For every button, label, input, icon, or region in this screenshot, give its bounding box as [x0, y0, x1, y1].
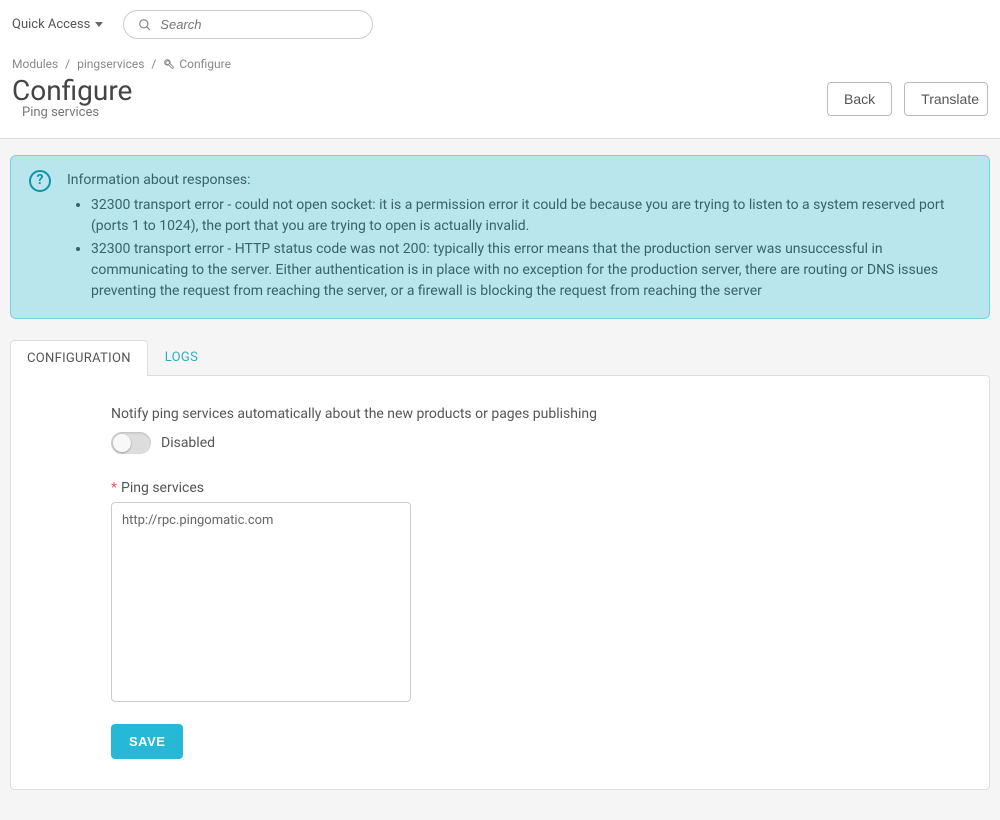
breadcrumb-separator: /	[151, 57, 156, 71]
ping-services-textarea[interactable]: http://rpc.pingomatic.com	[111, 502, 411, 702]
info-alert: ? Information about responses: 32300 tra…	[10, 155, 990, 319]
breadcrumb: Modules / pingservices / Configure	[0, 49, 1000, 76]
ping-services-label: *Ping services	[111, 480, 899, 496]
config-panel: Notify ping services automatically about…	[10, 375, 990, 790]
wrench-icon	[163, 58, 174, 72]
breadcrumb-item[interactable]: pingservices	[77, 57, 144, 71]
help-icon: ?	[29, 170, 51, 192]
quick-access-dropdown[interactable]: Quick Access	[12, 17, 103, 32]
quick-access-label: Quick Access	[12, 17, 90, 32]
tabs: CONFIGURATION LOGS	[10, 339, 990, 375]
page-title: Configure	[12, 76, 132, 107]
breadcrumb-item[interactable]: Modules	[12, 57, 58, 71]
notify-toggle[interactable]	[111, 432, 151, 454]
notify-description: Notify ping services automatically about…	[111, 406, 899, 422]
search-icon	[138, 18, 152, 32]
caret-down-icon	[95, 22, 103, 27]
back-button[interactable]: Back	[827, 82, 892, 116]
toggle-knob	[113, 434, 131, 452]
info-title: Information about responses:	[67, 170, 973, 191]
info-item: 32300 transport error - could not open s…	[91, 195, 973, 237]
ping-services-label-text: Ping services	[121, 480, 204, 496]
tab-configuration[interactable]: CONFIGURATION	[10, 340, 148, 376]
tab-logs[interactable]: LOGS	[148, 339, 215, 375]
info-item: 32300 transport error - HTTP status code…	[91, 239, 973, 302]
content-area: ? Information about responses: 32300 tra…	[0, 139, 1000, 820]
breadcrumb-separator: /	[65, 57, 70, 71]
notify-toggle-row: Disabled	[111, 432, 899, 454]
page-header: Configure Ping services Back Translate	[0, 76, 1000, 139]
breadcrumb-current: Configure	[179, 57, 231, 71]
page-subtitle: Ping services	[22, 105, 132, 120]
search-box[interactable]	[123, 10, 373, 39]
save-button[interactable]: SAVE	[111, 724, 183, 759]
translate-button[interactable]: Translate	[904, 82, 988, 116]
top-bar: Quick Access	[0, 0, 1000, 49]
notify-toggle-state: Disabled	[161, 435, 215, 451]
search-input[interactable]	[160, 17, 358, 32]
header-actions: Back Translate	[827, 82, 988, 116]
required-asterisk: *	[111, 480, 117, 496]
